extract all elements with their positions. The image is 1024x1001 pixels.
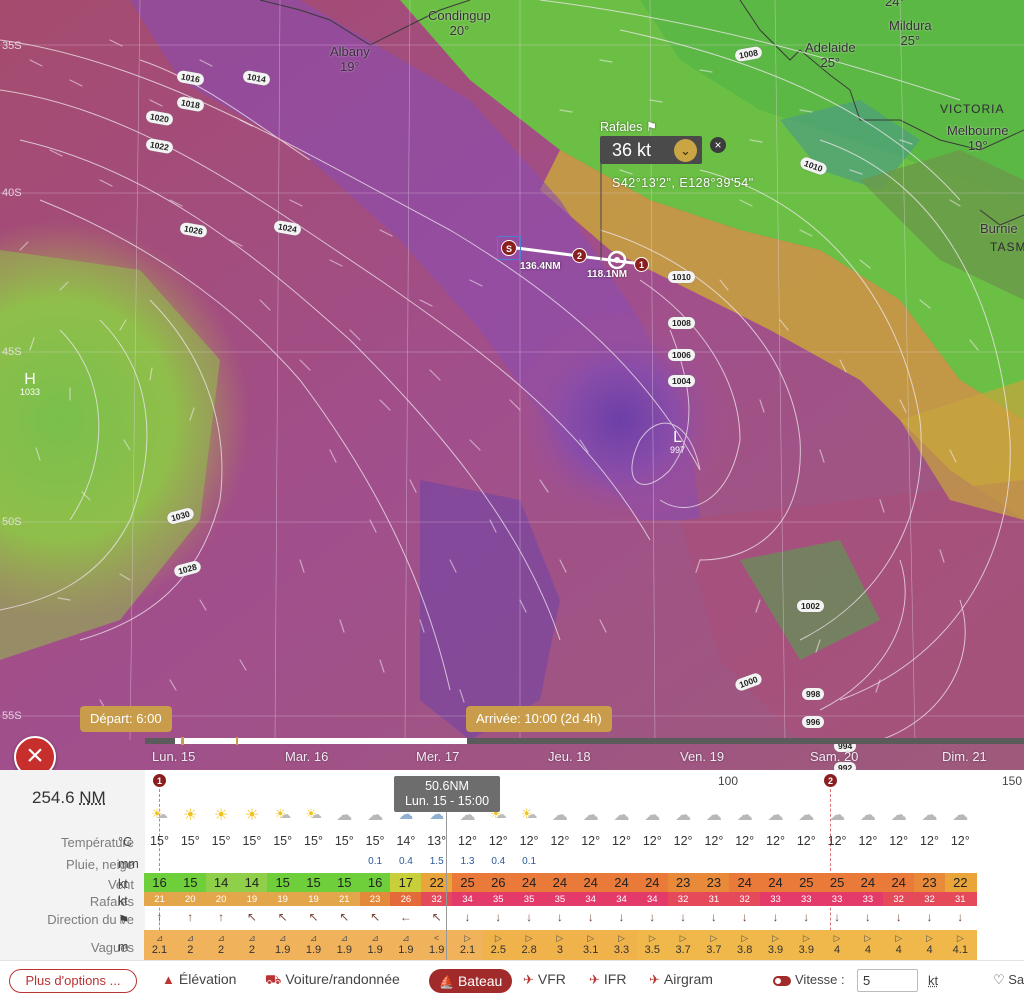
distance-scale: 150 [1002, 774, 1023, 788]
weather-map[interactable]: 35S 40S 45S 50S 55S Condingup 20° Albany 1… [0, 0, 1024, 770]
city-label[interactable]: Mildura 25° [889, 18, 932, 48]
hover-line [446, 812, 447, 960]
route-waypoint-1-marker[interactable]: 1 [152, 773, 167, 788]
mode-elevation[interactable]: ▲ Élévation [162, 971, 236, 987]
mode-car[interactable]: ⛟ Voiture/randonnée [265, 971, 400, 990]
app-root: { "map": { "cities": [ {"name": "Conding… [0, 0, 1024, 1001]
temperature-label: 24° [885, 0, 905, 9]
toggle-icon [773, 975, 791, 986]
route-waypoint-1[interactable]: 1 [634, 257, 649, 272]
high-pressure-center: H 1033 [20, 371, 41, 398]
departure-tag[interactable]: Départ: 6:00 [80, 706, 172, 732]
latitude-label: 50S [2, 516, 22, 528]
distance-scale: 100 [718, 774, 739, 788]
hover-tooltip: 50.6NM Lun. 15 - 15:00 [394, 776, 500, 812]
day-label[interactable]: Sam. 20 [810, 749, 858, 764]
region-label: VICTORIA [940, 102, 1005, 116]
flag-icon: ⚑ [645, 120, 658, 134]
route-waypoint-2-marker[interactable]: 2 [823, 773, 838, 788]
latitude-label: 40S [2, 187, 22, 199]
low-pressure-center: L 997 [670, 429, 686, 456]
city-label[interactable]: Albany 19° [330, 44, 370, 74]
city-label[interactable]: Burnie [980, 221, 1018, 236]
mode-airgram[interactable]: ✈ Airgram [649, 971, 713, 988]
more-options-button[interactable]: Plus d'options ... [9, 969, 137, 993]
leg-distance: 136.4NM [520, 261, 561, 272]
waypoint-line [159, 789, 160, 960]
gust-panel: 36 kt ⌄ [600, 136, 702, 164]
isobar-label: 1006 [668, 349, 695, 361]
plane-icon: ✈ [523, 972, 534, 987]
save-button[interactable]: ♡ Sa [993, 972, 1024, 988]
close-icon[interactable]: × [710, 137, 726, 153]
isobar-label: 1004 [668, 375, 695, 387]
arrival-tag[interactable]: Arrivée: 10:00 (2d 4h) [466, 706, 612, 732]
row-unit[interactable]: °C [118, 835, 132, 849]
city-label[interactable]: Melbourne 19° [947, 123, 1008, 153]
region-label: TASM [990, 240, 1024, 254]
car-icon: ⛟ [265, 972, 282, 987]
sailboat-icon: ⛵ [439, 975, 454, 989]
plane-icon: ✈ [589, 972, 600, 987]
timeline-handle[interactable] [181, 737, 184, 745]
day-label[interactable]: Mar. 16 [285, 749, 328, 764]
isobar-label: 1002 [797, 600, 824, 612]
row-unit[interactable]: kt [118, 894, 128, 908]
coordinates-label: S42°13'2", E128°39'54" [612, 176, 754, 190]
mountain-icon: ▲ [162, 972, 175, 987]
flag-icon[interactable]: ⚑ [118, 912, 129, 927]
isobar-label: 998 [802, 688, 825, 700]
speed-toggle[interactable]: Vitesse : [773, 972, 845, 987]
day-label[interactable]: Dim. 21 [942, 749, 987, 764]
row-unit[interactable]: mm [118, 857, 139, 871]
timeline-range[interactable] [175, 738, 467, 744]
mode-vfr[interactable]: ✈ VFR [523, 971, 566, 988]
leg-distance: 118.1NM [587, 269, 628, 280]
latitude-label: 35S [2, 40, 22, 52]
mode-boat[interactable]: ⛵ Bateau [429, 969, 513, 993]
city-label[interactable]: Adelaide 25° [805, 40, 856, 70]
timeline-tick [236, 737, 238, 745]
day-label[interactable]: Jeu. 18 [548, 749, 591, 764]
day-label[interactable]: Lun. 15 [152, 749, 195, 764]
row-unit[interactable]: kt [118, 877, 128, 891]
mode-ifr[interactable]: ✈ IFR [589, 971, 626, 988]
day-label[interactable]: Mer. 17 [416, 749, 459, 764]
gust-title: Rafales ⚑ [600, 120, 658, 134]
latitude-label: 45S [2, 346, 22, 358]
row-unit[interactable]: m [118, 940, 128, 954]
isobar-label: 1008 [668, 317, 695, 329]
close-icon: × [26, 739, 44, 772]
speed-input[interactable] [857, 969, 918, 992]
chevron-down-icon[interactable]: ⌄ [674, 139, 697, 162]
waypoint-line [830, 789, 831, 960]
route-waypoint-2[interactable]: 2 [572, 248, 587, 263]
isobar-label: 1010 [668, 271, 695, 283]
city-label[interactable]: Condingup 20° [428, 8, 491, 38]
route-start-marker[interactable]: S [501, 240, 517, 256]
day-label[interactable]: Ven. 19 [680, 749, 724, 764]
latitude-label: 55S [2, 710, 22, 722]
isobar-label: 996 [802, 716, 825, 728]
speed-unit[interactable]: kt [928, 973, 938, 988]
gust-value: 36 kt [612, 140, 652, 160]
plane-icon: ✈ [649, 972, 660, 987]
total-distance: 254.6 NM [32, 788, 106, 807]
